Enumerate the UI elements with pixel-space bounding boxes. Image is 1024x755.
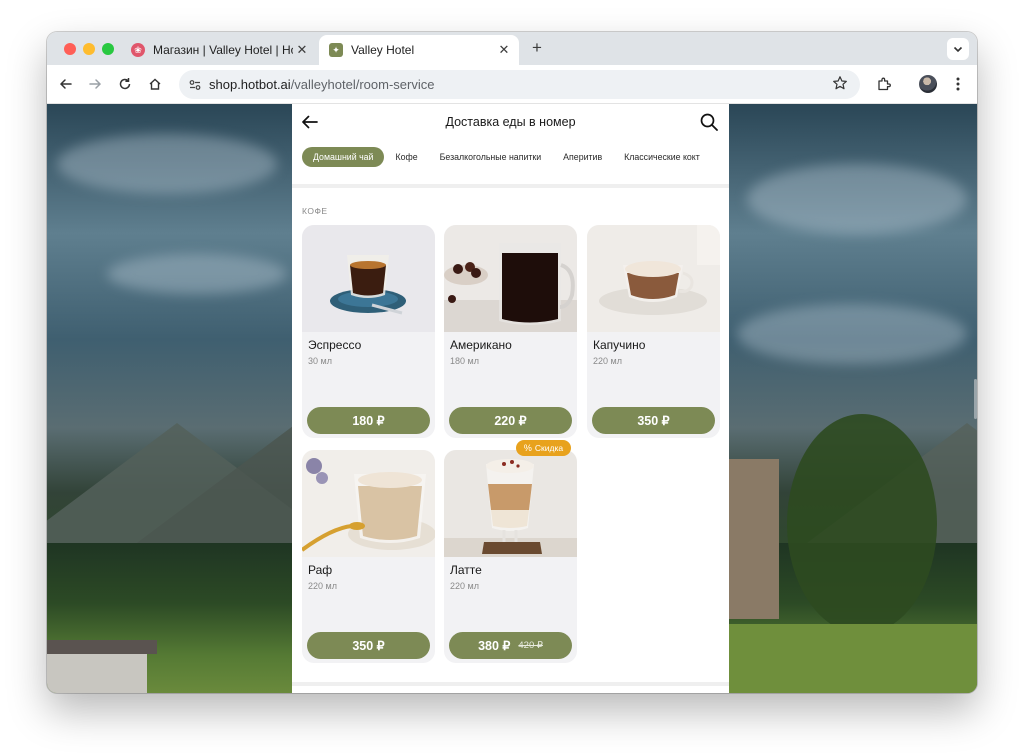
product-volume: 220 мл (450, 581, 479, 591)
product-card-cappuccino[interactable]: Капучино 220 мл 350 ₽ (587, 225, 720, 438)
add-to-cart-button[interactable]: 350 ₽ (307, 632, 430, 659)
percent-icon: % (523, 443, 532, 453)
cloud-decoration (747, 164, 967, 234)
discount-badge: % Скидка (516, 440, 571, 456)
lawn-decoration (729, 624, 977, 693)
address-bar[interactable]: shop.hotbot.ai/valleyhotel/room-service (179, 70, 860, 99)
profile-avatar[interactable] (919, 75, 937, 93)
bookmark-star-icon[interactable] (832, 75, 850, 93)
home-icon[interactable] (145, 74, 165, 94)
chevron-down-icon (953, 46, 963, 53)
badge-label: Скидка (534, 443, 564, 453)
app-header: Доставка еды в номер (292, 104, 729, 142)
tree-decoration (787, 414, 937, 634)
cloud-decoration (57, 134, 277, 194)
url-path: /valleyhotel/room-service (290, 77, 435, 92)
cloud-decoration (737, 304, 967, 364)
extensions-puzzle-icon[interactable] (873, 74, 893, 94)
tab-strip: ❀ Магазин | Valley Hotel | Hotb ✕ ✦ Vall… (47, 32, 977, 65)
new-tab-icon[interactable]: + (527, 38, 547, 58)
raf-photo (302, 450, 435, 557)
url-text: shop.hotbot.ai/valleyhotel/room-service (209, 77, 434, 92)
house-roof-decoration (47, 640, 157, 654)
product-price: 350 ₽ (352, 639, 385, 653)
cloud-decoration (107, 254, 287, 294)
url-domain: shop.hotbot.ai (209, 77, 291, 92)
scrollbar-thumb[interactable] (974, 379, 977, 419)
house-decoration (47, 654, 147, 693)
page-title: Доставка еды в номер (445, 115, 576, 129)
espresso-photo (302, 225, 435, 332)
add-to-cart-button[interactable]: 220 ₽ (449, 407, 572, 434)
product-price: 220 ₽ (494, 414, 527, 428)
tab-shop[interactable]: ❀ Магазин | Valley Hotel | Hotb ✕ (123, 35, 317, 65)
add-to-cart-button[interactable]: 380 ₽ 420 ₽ (449, 632, 572, 659)
americano-photo (444, 225, 577, 332)
category-tab-aperitif[interactable]: Аперитив (552, 147, 613, 167)
reload-icon[interactable] (115, 74, 135, 94)
product-name: Раф (308, 563, 333, 577)
product-volume: 30 мл (308, 356, 332, 366)
add-to-cart-button[interactable]: 180 ₽ (307, 407, 430, 434)
back-arrow-icon[interactable] (56, 74, 76, 94)
divider (292, 682, 729, 686)
browser-toolbar: shop.hotbot.ai/valleyhotel/room-service (47, 65, 977, 104)
browser-window: ❀ Магазин | Valley Hotel | Hotb ✕ ✦ Vall… (47, 32, 977, 693)
product-old-price: 420 ₽ (518, 640, 543, 651)
divider (292, 184, 729, 188)
page-viewport: Доставка еды в номер Домашний чай Кофе Б… (47, 104, 977, 693)
category-tab-home-tea[interactable]: Домашний чай (302, 147, 385, 167)
zoom-window-button[interactable] (102, 43, 114, 55)
hotel-favicon-icon: ✦ (329, 43, 343, 57)
close-tab-icon[interactable]: ✕ (495, 41, 513, 59)
house-decoration (729, 459, 779, 619)
tab-title: Valley Hotel (351, 43, 415, 57)
shop-favicon-icon: ❀ (131, 43, 145, 57)
product-card-latte[interactable]: Латте 220 мл 380 ₽ 420 ₽ (444, 450, 577, 663)
product-name: Американо (450, 338, 512, 352)
product-volume: 220 мл (593, 356, 622, 366)
cappuccino-photo (587, 225, 720, 332)
latte-photo (444, 450, 577, 557)
site-settings-icon[interactable] (185, 75, 205, 95)
category-tab-coffee[interactable]: Кофе (384, 147, 428, 167)
search-icon[interactable] (699, 112, 719, 132)
product-price: 180 ₽ (352, 414, 385, 428)
tab-valley-hotel[interactable]: ✦ Valley Hotel ✕ (319, 35, 519, 65)
product-name: Латте (450, 563, 482, 577)
category-tab-soft-drinks[interactable]: Безалкогольные напитки (429, 147, 553, 167)
product-price: 350 ₽ (637, 414, 670, 428)
product-card-americano[interactable]: Американо 180 мл 220 ₽ (444, 225, 577, 438)
tab-search-button[interactable] (947, 38, 969, 60)
close-tab-icon[interactable]: ✕ (293, 41, 311, 59)
product-volume: 180 мл (450, 356, 479, 366)
room-service-app: Доставка еды в номер Домашний чай Кофе Б… (292, 104, 729, 693)
category-tabs: Домашний чай Кофе Безалкогольные напитки… (302, 147, 729, 167)
more-menu-icon[interactable] (948, 74, 968, 94)
forward-arrow-icon[interactable] (85, 74, 105, 94)
category-tab-classic-cocktails[interactable]: Классические кокт (613, 147, 711, 167)
product-card-raf[interactable]: Раф 220 мл 350 ₽ (302, 450, 435, 663)
section-heading: КОФЕ (302, 206, 328, 216)
add-to-cart-button[interactable]: 350 ₽ (592, 407, 715, 434)
product-name: Эспрессо (308, 338, 362, 352)
product-volume: 220 мл (308, 581, 337, 591)
minimize-window-button[interactable] (83, 43, 95, 55)
tab-title: Магазин | Valley Hotel | Hotb (153, 43, 293, 57)
product-card-espresso[interactable]: Эспрессо 30 мл 180 ₽ (302, 225, 435, 438)
close-window-button[interactable] (64, 43, 76, 55)
product-price: 380 ₽ (478, 639, 511, 653)
product-name: Капучино (593, 338, 646, 352)
